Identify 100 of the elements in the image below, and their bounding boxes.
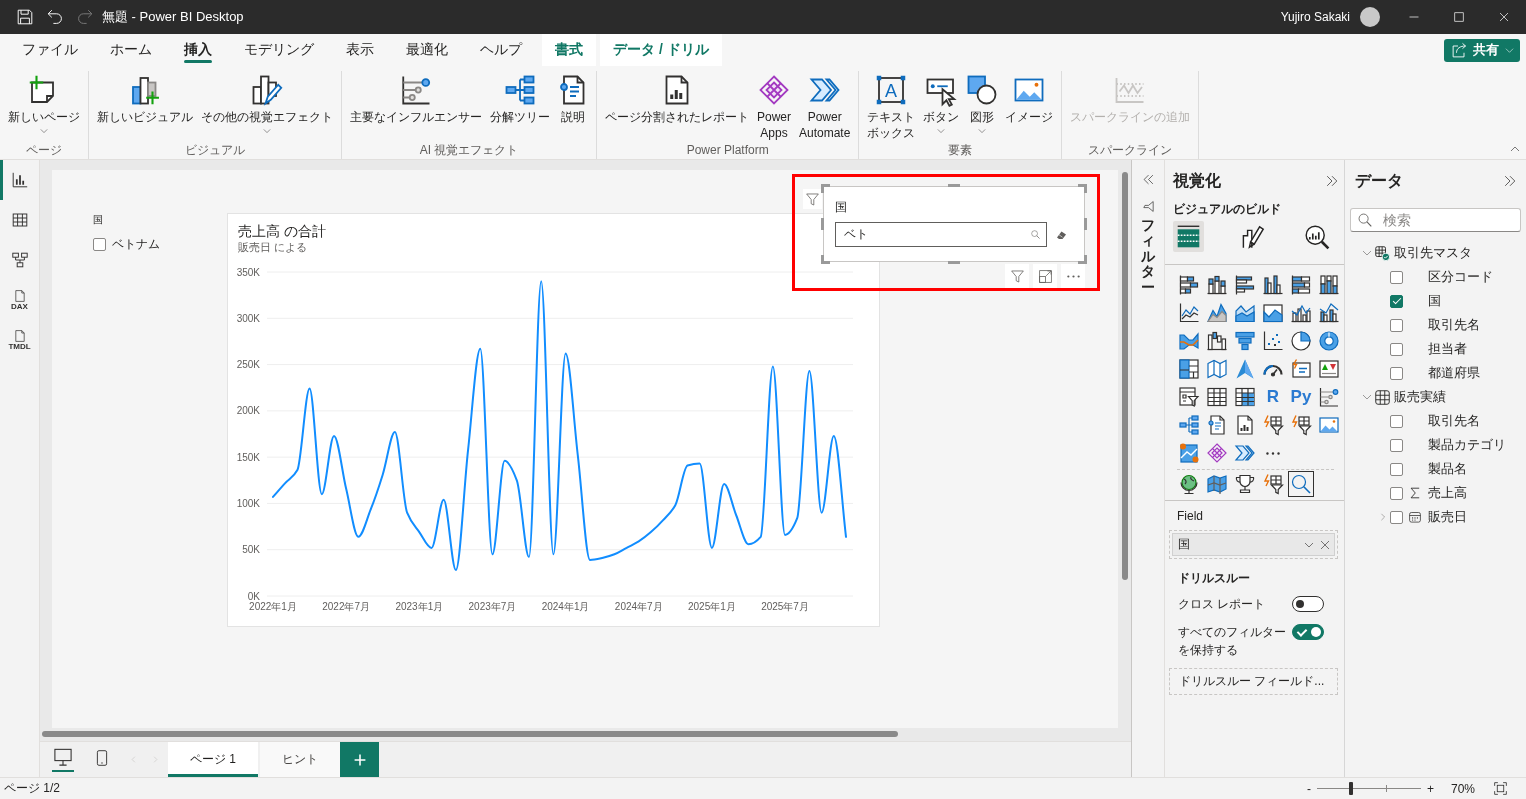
ribbon-tab[interactable]: 書式 [542, 34, 596, 66]
search-icon[interactable] [1288, 471, 1314, 497]
ribbon-tab[interactable]: 表示 [330, 34, 390, 66]
ribbon-tab[interactable]: ヘルプ [464, 34, 538, 66]
full-stacked-bar-chart-icon[interactable] [1291, 275, 1311, 295]
resize-handle[interactable] [821, 255, 830, 264]
pie-chart-icon[interactable] [1291, 331, 1311, 351]
dax-query-view-tab[interactable]: DAX [0, 280, 39, 320]
resize-handle[interactable] [948, 261, 960, 264]
drop-zone[interactable]: ドリルスルー フィールド... [1169, 668, 1338, 695]
lightning-filter-icon[interactable] [1291, 415, 1311, 435]
line-column-chart-icon[interactable] [1291, 303, 1311, 323]
monitor-icon[interactable] [52, 747, 74, 772]
insert-button-menu[interactable]: ボタン [920, 71, 963, 135]
double-chevron-icon[interactable] [1235, 443, 1255, 463]
floppy-disk-icon[interactable] [17, 9, 33, 25]
ribbon-tab[interactable]: データ / ドリル [600, 34, 722, 66]
field-checkbox[interactable] [1390, 366, 1403, 380]
slicer-item-label[interactable]: ベトナム [112, 236, 160, 253]
filter-icon[interactable] [803, 189, 822, 209]
search-field[interactable]: ベト [835, 222, 1047, 247]
key-influencers-button[interactable]: 主要なインフルエンサー [347, 71, 485, 125]
new-page-button[interactable]: 新しいページ [5, 71, 83, 135]
field-name[interactable]: 販売日 [1428, 508, 1467, 526]
paintbrush-icon[interactable] [1240, 224, 1265, 249]
field-name[interactable]: 取引先名 [1428, 412, 1480, 430]
double-chevron-right-icon[interactable] [1504, 175, 1516, 187]
resize-handle[interactable] [1084, 218, 1087, 230]
line-chart-icon[interactable] [1179, 303, 1199, 323]
horizontal-scrollbar[interactable] [42, 731, 898, 737]
lightning-filter-icon[interactable] [1263, 474, 1283, 494]
more-visuals-button[interactable]: その他の視覚エフェクト [198, 71, 336, 135]
stacked-area-chart-icon[interactable] [1235, 303, 1255, 323]
chevron-down-icon[interactable] [1362, 392, 1372, 402]
double-chevron-left-icon[interactable] [1142, 174, 1154, 185]
paginated-report-button[interactable]: ページ分割されたレポート [602, 71, 752, 125]
field-name[interactable]: 都道府県 [1428, 364, 1480, 382]
globe-icon[interactable] [1179, 474, 1199, 494]
field-name[interactable]: 売上高 [1428, 484, 1467, 502]
undo-icon[interactable] [47, 9, 63, 25]
field-checkbox[interactable] [1390, 342, 1403, 356]
dot-plot-icon[interactable] [1319, 387, 1339, 407]
shapes-menu[interactable]: 図形 [964, 71, 1001, 135]
lightning-filter-icon[interactable] [1263, 415, 1283, 435]
field-checkbox[interactable] [1390, 438, 1403, 452]
eraser-icon[interactable] [1056, 229, 1067, 240]
field-checkbox[interactable] [1390, 510, 1403, 524]
add-page-button[interactable] [340, 742, 379, 777]
line-column-chart-icon[interactable] [1319, 303, 1339, 323]
table-name[interactable]: 取引先マスタ [1394, 244, 1472, 262]
resize-handle[interactable] [821, 184, 830, 193]
zoom-in[interactable]: + [1423, 781, 1437, 796]
fields-grid-icon[interactable] [1173, 221, 1204, 252]
ribbon-tab[interactable]: ファイル [6, 34, 94, 66]
vertical-scrollbar[interactable] [1122, 172, 1128, 580]
field-name[interactable]: 区分コード [1428, 268, 1493, 286]
chevron-up-icon[interactable] [1510, 144, 1520, 154]
ribbon-tab[interactable]: ホーム [94, 34, 168, 66]
field-checkbox[interactable] [1390, 294, 1403, 308]
field-checkbox[interactable] [1390, 462, 1403, 476]
table-name[interactable]: 販売実績 [1394, 388, 1446, 406]
script-visual[interactable]: Py [1290, 387, 1312, 407]
slicer-checkbox[interactable] [93, 238, 106, 251]
share-button[interactable]: 共有 [1444, 38, 1520, 62]
field-checkbox[interactable] [1390, 414, 1403, 428]
script-visual[interactable]: R [1266, 387, 1280, 407]
tree-diagram-icon[interactable] [1179, 415, 1199, 435]
resize-handle[interactable] [1078, 184, 1087, 193]
close-icon[interactable] [1320, 539, 1330, 550]
arrow-icon[interactable] [1235, 359, 1255, 379]
slider-thumb[interactable] [1349, 782, 1354, 795]
kpi-icon[interactable] [1319, 359, 1339, 379]
more-icon[interactable] [1266, 451, 1280, 455]
field-checkbox[interactable] [1390, 270, 1403, 284]
narrative-button[interactable]: 説明 [555, 71, 591, 125]
new-visual-button[interactable]: 新しいビジュアル [94, 71, 196, 125]
toggle-switch[interactable] [1292, 596, 1324, 612]
ribbon-tab[interactable]: 最適化 [390, 34, 464, 66]
field-name[interactable]: 担当者 [1428, 340, 1467, 358]
zoom-slider[interactable] [1316, 782, 1421, 795]
decomposition-tree-button[interactable]: 分解ツリー [487, 71, 553, 125]
resize-handle[interactable] [821, 218, 824, 230]
image-button[interactable]: イメージ [1002, 71, 1057, 125]
page-tab[interactable]: ページ 1 [168, 742, 258, 777]
power-automate-button[interactable]: Power Automate [796, 71, 854, 141]
stacked-column-chart-icon[interactable] [1207, 275, 1227, 295]
document-icon[interactable] [1207, 415, 1227, 435]
waterfall-chart-icon[interactable] [1207, 331, 1227, 351]
clustered-column-chart-icon[interactable] [1263, 275, 1283, 295]
image-icon[interactable] [1319, 415, 1339, 435]
power-apps-button[interactable]: Power Apps [754, 71, 794, 141]
map-pins-icon[interactable] [1179, 443, 1199, 463]
toggle-switch[interactable] [1292, 624, 1324, 640]
resize-handle[interactable] [948, 184, 960, 187]
diamond-icon[interactable] [1207, 443, 1227, 463]
map-icon[interactable] [1207, 359, 1227, 379]
table-icon[interactable] [1207, 387, 1227, 407]
slicer-visual[interactable]: 国 ベト [823, 186, 1085, 262]
clustered-bar-chart-icon[interactable] [1235, 275, 1255, 295]
field-checkbox[interactable] [1390, 486, 1403, 500]
